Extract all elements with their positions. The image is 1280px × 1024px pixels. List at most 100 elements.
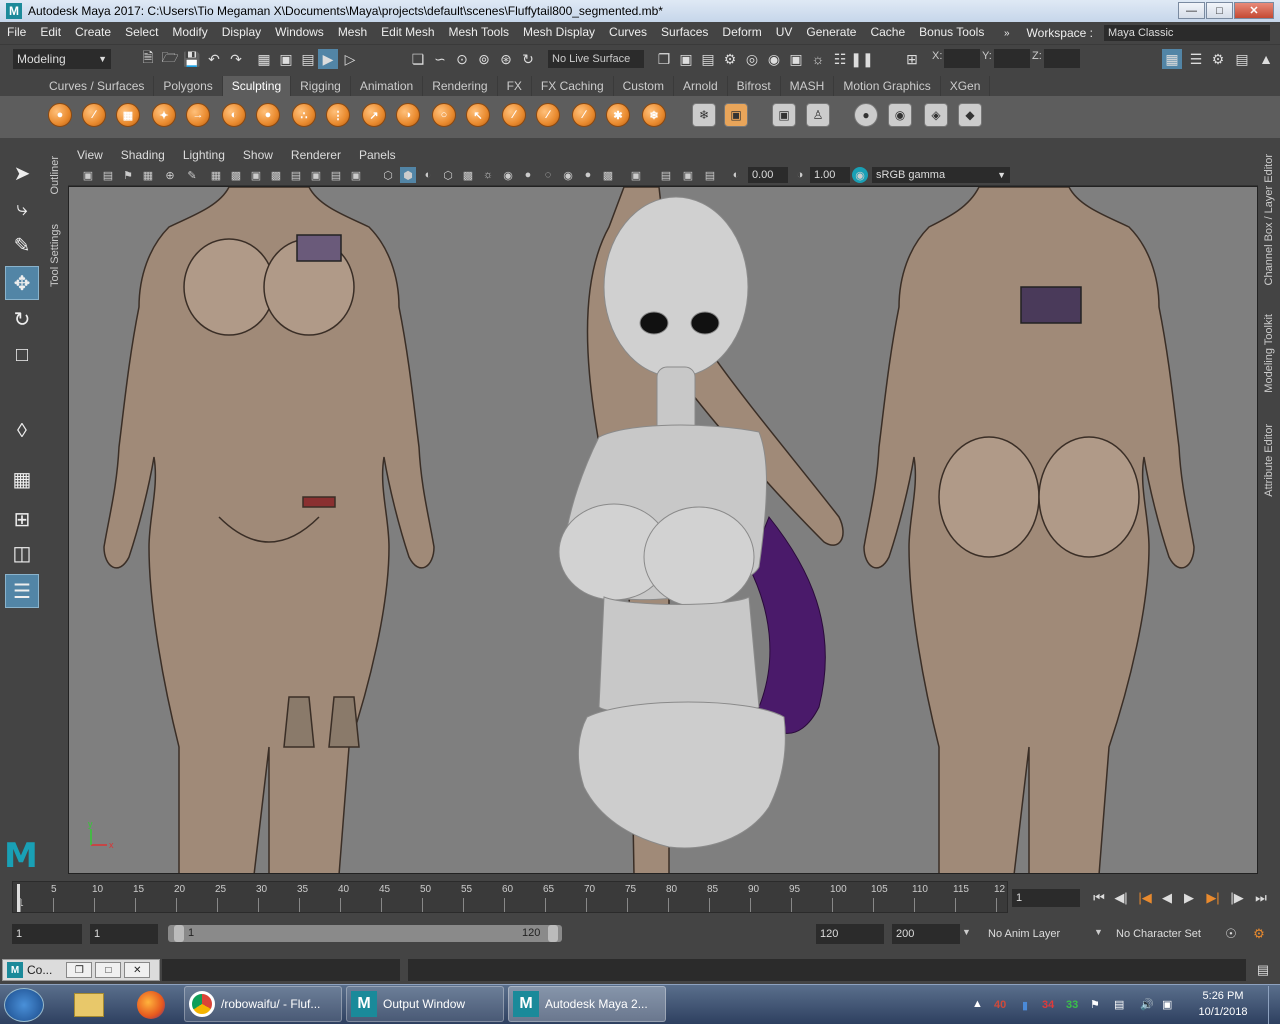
convert-to-frozen-icon[interactable]: ❄ [690,101,718,129]
screen-space-ao-icon[interactable]: ● [520,167,536,183]
field-chart-icon[interactable]: ▤ [288,167,304,183]
image-plane-icon[interactable]: ▦ [140,167,156,183]
snap-curve-icon[interactable]: ∽ [430,49,450,69]
amplify-tool-icon[interactable]: ✱ [604,101,632,129]
range-slider-handle-left[interactable] [174,925,184,942]
anim-layer-dropdown[interactable]: No Anim Layer [984,924,1084,944]
step-forward-key-icon[interactable]: |▶ [1226,888,1248,908]
taskbar-item-browser[interactable]: /robowaifu/ - Fluf... [184,986,342,1022]
exposure-field[interactable]: 0.00 [748,167,788,183]
anti-aliasing-icon[interactable]: ◉ [560,167,576,183]
single-perspective-layout-icon[interactable]: ▦ [5,462,39,496]
gate-mask-icon[interactable]: ▩ [268,167,284,183]
clock-date[interactable]: 10/1/2018 [1192,1006,1254,1018]
highlight-selection-icon[interactable]: ▷ [340,49,360,69]
xray-joints-icon[interactable]: ▤ [658,167,674,183]
flag-icon[interactable]: ⚑ [1090,998,1100,1011]
snap-grid-icon[interactable]: ❏ [408,49,428,69]
shelf-tab-curves-surfaces[interactable]: Curves / Surfaces [40,76,155,96]
wax-tool-icon[interactable]: ◑ [394,101,422,129]
color-management-icon[interactable]: ◉ [852,167,868,183]
shelf-tab-xgen[interactable]: XGen [941,76,991,96]
file-explorer-icon[interactable] [66,988,112,1022]
go-to-start-icon[interactable]: ⏮ [1088,888,1110,908]
pinch-tool-icon[interactable]: → [184,101,212,129]
time-slider[interactable]: 1510152025303540455055606570758085909510… [12,881,1008,913]
maximize-icon[interactable]: □ [95,962,122,978]
panel-menu-shading[interactable]: Shading [112,148,174,162]
2d-pan-zoom-icon[interactable]: ⊕ [162,167,178,183]
isolate-select-icon[interactable]: ▩ [600,167,616,183]
chevron-down-icon[interactable]: ▼ [962,927,971,937]
mirror-sculpt-icon[interactable]: ◉ [886,101,914,129]
sculpt-geometry-icon[interactable]: ● [852,101,880,129]
save-scene-icon[interactable]: 💾 [182,49,202,69]
shelf-tab-polygons[interactable]: Polygons [154,76,223,96]
motion-blur-icon[interactable]: ◌ [540,167,556,183]
animation-preferences-icon[interactable]: ⚙ [1248,924,1270,944]
resolution-gate-icon[interactable]: ▣ [248,167,264,183]
shadows-icon[interactable]: ◉ [500,167,516,183]
menu-mesh[interactable]: Mesh [331,25,374,39]
render-current-frame-icon[interactable]: ▣ [676,49,696,69]
menu-edit-mesh[interactable]: Edit Mesh [374,25,441,39]
playback-end-field[interactable]: 120 [816,924,884,944]
menu-deform[interactable]: Deform [715,25,768,39]
panel-menu-view[interactable]: View [68,148,112,162]
select-hierarchy-icon[interactable]: ▦ [254,49,274,69]
smooth-tool-icon[interactable]: ∕ [80,101,108,129]
menu-windows[interactable]: Windows [268,25,331,39]
undo-icon[interactable]: ↶ [204,49,224,69]
outliner-layout-icon[interactable]: ☰ [5,574,39,608]
minimize-button[interactable]: — [1178,2,1205,19]
menu-select[interactable]: Select [118,25,165,39]
play-backward-icon[interactable]: ◀ [1156,888,1178,908]
flatten-tool-icon[interactable]: ◐ [220,101,248,129]
select-object-icon[interactable]: ▣ [276,49,296,69]
outliner-tab[interactable]: Outliner [49,156,61,195]
erase-layer-icon[interactable]: ◆ [956,101,984,129]
snap-view-icon[interactable]: ⊚ [474,49,494,69]
workspace-expand-icon[interactable]: » [997,28,1017,39]
select-component-icon[interactable]: ▤ [298,49,318,69]
shelf-tab-arnold[interactable]: Arnold [674,76,728,96]
grab-tool-icon[interactable]: ✦ [150,101,178,129]
firefox-icon[interactable] [128,988,174,1022]
xray-components-icon[interactable]: ▣ [680,167,696,183]
safe-title-icon[interactable]: ▤ [328,167,344,183]
soft-select-icon[interactable]: ◊ [5,414,39,448]
foamy-tool-icon[interactable]: ● [254,101,282,129]
clock-time[interactable]: 5:26 PM [1198,990,1248,1002]
network-icon[interactable]: ▤ [1114,998,1124,1011]
relax-tool-icon[interactable]: ▦ [114,101,142,129]
menu-display[interactable]: Display [215,25,268,39]
menu-generate[interactable]: Generate [799,25,863,39]
menu-file[interactable]: File [0,25,33,39]
color-space-dropdown[interactable]: sRGB gamma ▼ [872,167,1010,183]
current-frame-field[interactable]: 1 [1012,889,1080,907]
menu-edit[interactable]: Edit [33,25,68,39]
bookmark-icon[interactable]: ⚑ [120,167,136,183]
workspace-dropdown[interactable]: Maya Classic [1104,25,1270,41]
close-button[interactable]: ✕ [1234,2,1274,19]
panel-menu-show[interactable]: Show [234,148,282,162]
range-slider-handle-right[interactable] [548,925,558,942]
character-set-dropdown[interactable]: No Character Set [1112,924,1212,944]
grid-icon[interactable]: ▦ [208,167,224,183]
new-scene-icon[interactable]: 🗎 [138,49,158,69]
live-surface-icon[interactable]: ↻ [518,49,538,69]
shelf-tab-motion-graphics[interactable]: Motion Graphics [834,76,941,96]
pose-space-icon[interactable]: ♙ [804,101,832,129]
play-forward-icon[interactable]: ▶ [1178,888,1200,908]
step-back-frame-icon[interactable]: |◀ [1134,888,1156,908]
menu-cache[interactable]: Cache [863,25,912,39]
taskbar-item-output-window[interactable]: M Output Window [346,986,504,1022]
textured-icon[interactable]: ▩ [460,167,476,183]
command-line-tab[interactable]: M Co... ❐ □ ✕ [2,959,160,981]
panel-menu-panels[interactable]: Panels [350,148,405,162]
scene-start-field[interactable]: 1 [12,924,82,944]
light-editor-icon[interactable]: ☼ [808,49,828,69]
volume-icon[interactable]: 🔊 [1140,998,1154,1011]
range-slider[interactable]: 1 120 [168,925,562,942]
gamma-field[interactable]: 1.00 [810,167,850,183]
